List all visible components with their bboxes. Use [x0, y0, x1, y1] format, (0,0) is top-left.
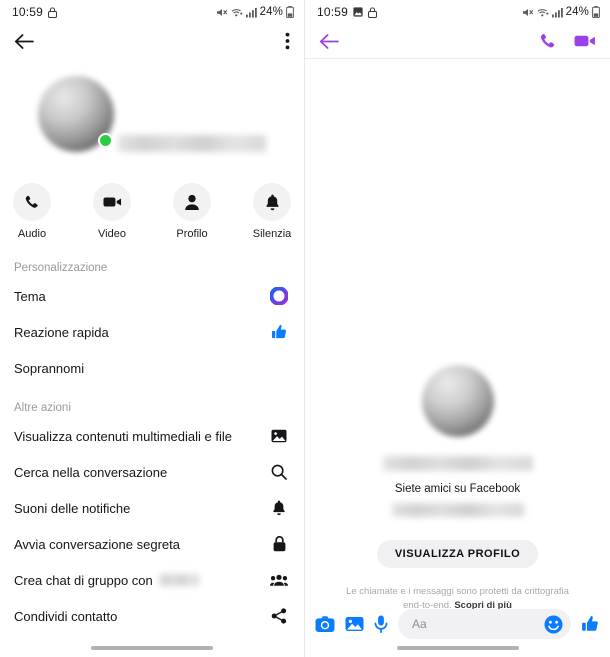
wifi-icon	[231, 7, 243, 18]
share-icon	[268, 608, 290, 624]
theme-ring-icon	[268, 287, 290, 305]
chat-intro-area: Siete amici su Facebook VISUALIZZA PROFI…	[305, 59, 610, 657]
list-item-label: Avvia conversazione segreta	[14, 536, 180, 552]
section-title-altre-azioni: Altre azioni	[14, 402, 71, 414]
battery-percent: 24%	[565, 6, 589, 18]
home-indicator-right	[396, 646, 519, 650]
right-nav-bar	[305, 24, 610, 58]
list-item-label: Suoni delle notifiche	[14, 500, 131, 516]
list-item-tema[interactable]: Tema	[0, 278, 304, 314]
action-audio-label: Audio	[17, 228, 47, 240]
message-input-placeholder: Aa	[412, 617, 427, 631]
battery-icon	[592, 6, 600, 18]
friendship-status: Siete amici su Facebook	[394, 483, 521, 495]
settings-list: Personalizzazione Tema Reazione rapida S…	[0, 262, 304, 634]
list-item-reazione-rapida[interactable]: Reazione rapida	[0, 314, 304, 350]
back-arrow-icon[interactable]	[14, 33, 34, 50]
chat-details-screen: 10:59 24% Audio Video Profilo Silenzia P…	[0, 0, 305, 657]
bell-icon	[253, 183, 291, 221]
home-indicator-left	[91, 646, 213, 650]
list-item-soprannomi[interactable]: Soprannomi	[0, 350, 304, 386]
action-mute[interactable]: Silenzia	[244, 183, 300, 240]
video-camera-icon	[93, 183, 131, 221]
list-item-label: Reazione rapida	[14, 324, 109, 340]
signal-icon	[245, 7, 257, 18]
signal-icon	[551, 7, 563, 18]
action-video-label: Video	[98, 228, 126, 240]
chat-thread-screen: 10:59 24% Siete amici su Facebook VISUAL…	[305, 0, 610, 657]
dual-screenshot: 10:59 24% Audio Video Profilo Silenzia P…	[0, 0, 610, 657]
list-item-label: Condividi contatto	[14, 608, 118, 624]
search-icon	[268, 464, 290, 480]
battery-percent: 24%	[259, 6, 283, 18]
list-item-label: Tema	[14, 288, 46, 304]
bell-icon	[268, 500, 290, 516]
list-item-label: Crea chat di gruppo con	[14, 573, 199, 588]
video-camera-icon[interactable]	[574, 33, 596, 49]
group-icon	[268, 573, 290, 587]
view-profile-button[interactable]: VISUALIZZA PROFILO	[376, 540, 539, 568]
list-item-crea-chat-gruppo[interactable]: Crea chat di gruppo con	[0, 562, 304, 598]
action-profile[interactable]: Profilo	[164, 183, 220, 240]
list-item-visualizza-media[interactable]: Visualizza contenuti multimediali e file	[0, 418, 304, 454]
list-item-conversazione-segreta[interactable]: Avvia conversazione segreta	[0, 526, 304, 562]
list-item-condividi-contatto[interactable]: Condividi contatto	[0, 598, 304, 634]
thumbs-up-icon	[268, 324, 290, 341]
avatar[interactable]	[421, 365, 494, 437]
list-item-label: Cerca nella conversazione	[14, 464, 168, 480]
action-profile-label: Profilo	[176, 228, 208, 240]
back-arrow-icon[interactable]	[319, 33, 339, 50]
lock-icon	[48, 6, 58, 18]
mute-icon	[216, 7, 228, 18]
quick-actions: Audio Video Profilo Silenzia	[0, 183, 304, 240]
list-item-suoni-notifiche[interactable]: Suoni delle notifiche	[0, 490, 304, 526]
battery-icon	[286, 6, 294, 18]
left-nav-bar	[0, 24, 304, 58]
group-contact-name-redacted	[158, 574, 199, 586]
image-icon	[268, 429, 290, 443]
action-audio[interactable]: Audio	[4, 183, 60, 240]
avatar[interactable]	[37, 76, 114, 152]
lock-icon	[268, 536, 290, 552]
contact-name-redacted	[382, 456, 533, 471]
phone-icon[interactable]	[539, 32, 558, 51]
status-bar-left: 10:59 24%	[0, 0, 304, 24]
phone-icon	[13, 183, 51, 221]
action-video[interactable]: Video	[84, 183, 140, 240]
list-item-label: Visualizza contenuti multimediali e file	[14, 428, 232, 444]
list-item-label: Soprannomi	[14, 360, 85, 376]
section-title-personalizzazione: Personalizzazione	[14, 262, 108, 274]
emoji-icon[interactable]	[544, 615, 563, 634]
microphone-icon[interactable]	[374, 615, 388, 633]
more-vertical-icon[interactable]	[285, 32, 290, 50]
status-time: 10:59	[317, 5, 349, 19]
image-icon	[353, 7, 363, 17]
action-mute-label: Silenzia	[252, 228, 292, 240]
message-input[interactable]: Aa	[398, 609, 571, 639]
contact-name-redacted	[118, 135, 267, 152]
message-composer: Aa	[305, 609, 610, 639]
wifi-icon	[537, 7, 549, 18]
status-time: 10:59	[12, 5, 44, 19]
person-icon	[173, 183, 211, 221]
thread-intro: Siete amici su Facebook VISUALIZZA PROFI…	[305, 365, 610, 613]
lock-icon	[368, 6, 378, 18]
contact-detail-redacted	[391, 503, 524, 517]
list-item-cerca-conversazione[interactable]: Cerca nella conversazione	[0, 454, 304, 490]
mute-icon	[522, 7, 534, 18]
list-item-label-text: Crea chat di gruppo con	[14, 572, 153, 588]
gallery-icon[interactable]	[345, 616, 364, 632]
camera-icon[interactable]	[315, 615, 335, 633]
profile-header	[0, 58, 304, 157]
online-status-dot	[97, 133, 113, 148]
thumbs-up-icon[interactable]	[581, 615, 600, 634]
status-bar-right: 10:59 24%	[305, 0, 610, 24]
